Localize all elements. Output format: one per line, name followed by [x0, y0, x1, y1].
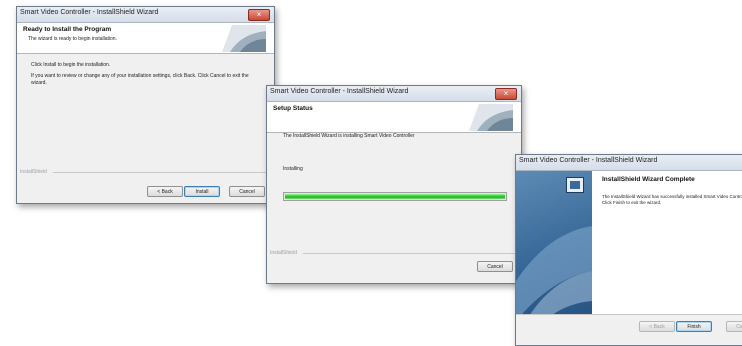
cancel-button[interactable]: Cancel [726, 321, 742, 332]
back-button[interactable]: < Back [147, 186, 183, 197]
title-bar[interactable]: Smart Video Controller - InstallShield W… [17, 7, 274, 23]
instruction-text: Click Install to begin the installation. [31, 62, 111, 68]
finish-button[interactable]: Finish [676, 321, 712, 332]
cancel-button[interactable]: Cancel [477, 261, 513, 272]
divider [303, 253, 517, 254]
back-button[interactable]: < Back [639, 321, 675, 332]
wizard-window-ready: Smart Video Controller - InstallShield W… [16, 6, 275, 204]
completion-heading: InstallShield Wizard Complete [602, 176, 695, 183]
installshield-swoosh-icon [469, 104, 513, 131]
install-button[interactable]: Install [184, 186, 220, 197]
installshield-label: InstallShield [20, 169, 47, 175]
progress-fill [285, 194, 505, 199]
close-icon: × [256, 10, 262, 19]
close-icon: × [503, 89, 509, 98]
installshield-label: InstallShield [270, 250, 297, 256]
setup-icon [566, 177, 584, 193]
divider [53, 172, 270, 173]
close-button[interactable]: × [495, 88, 517, 100]
install-progress-bar [283, 192, 507, 201]
completion-text: The InstallShield Wizard has successfull… [602, 194, 742, 205]
page-title: Ready to Install the Program [23, 26, 112, 33]
wizard-header: Setup Status [267, 102, 521, 133]
window-title: Smart Video Controller - InstallShield W… [519, 157, 658, 164]
wizard-window-status: Smart Video Controller - InstallShield W… [266, 85, 522, 284]
close-button[interactable]: × [248, 9, 270, 21]
review-text: If you want to review or change any of y… [31, 73, 249, 86]
page-title: Setup Status [273, 105, 313, 112]
title-bar[interactable]: Smart Video Controller - InstallShield W… [267, 86, 521, 102]
wizard-window-complete: Smart Video Controller - InstallShield W… [515, 154, 742, 346]
installing-label: Installing [283, 166, 303, 172]
completion-panel: InstallShield Wizard Complete The Instal… [592, 171, 742, 315]
page-subtitle: The wizard is ready to begin installatio… [28, 36, 117, 42]
status-text: The InstallShield Wizard is installing S… [283, 133, 415, 139]
title-bar[interactable]: Smart Video Controller - InstallShield W… [516, 155, 742, 171]
window-title: Smart Video Controller - InstallShield W… [20, 9, 159, 16]
cancel-button[interactable]: Cancel [229, 186, 265, 197]
installshield-swoosh-icon [222, 25, 266, 52]
window-title: Smart Video Controller - InstallShield W… [270, 88, 409, 95]
wizard-header: Ready to Install the Program The wizard … [17, 23, 274, 54]
